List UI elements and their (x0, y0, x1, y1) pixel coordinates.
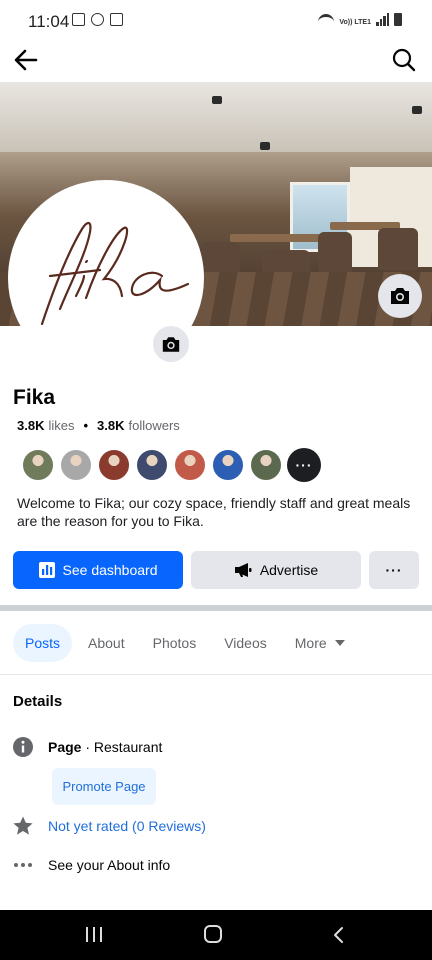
back-button[interactable] (12, 46, 40, 74)
star-icon (12, 815, 34, 837)
info-icon (12, 736, 34, 758)
page-bio: Welcome to Fika; our cozy space, friendl… (17, 495, 411, 529)
promote-page-button[interactable]: Promote Page (52, 768, 156, 805)
category-row: Page · Restaurant (12, 736, 162, 758)
follower-avatar[interactable] (211, 448, 245, 482)
cover-table (230, 234, 320, 242)
accessibility-icon (91, 13, 104, 26)
recents-button[interactable] (86, 927, 102, 942)
stats-separator: • (83, 418, 89, 433)
more-followers-button[interactable]: ··· (287, 448, 321, 482)
camera-icon (162, 336, 180, 352)
network-label: Vo)) LTE1 (339, 19, 371, 26)
status-bar: 11:04 Vo)) LTE1 (0, 0, 432, 42)
edit-profile-picture-button[interactable] (150, 323, 192, 365)
action-buttons: See dashboard Advertise ··· (13, 551, 419, 589)
rating-row[interactable]: Not yet rated (0 Reviews) (12, 815, 206, 837)
see-dashboard-label: See dashboard (62, 562, 158, 578)
system-nav-bar (0, 910, 432, 960)
tabs-divider (0, 674, 432, 675)
battery-icon (394, 13, 402, 26)
ceiling-light (212, 96, 222, 104)
tab-more-label: More (294, 635, 327, 651)
more-actions-button[interactable]: ··· (369, 551, 419, 589)
followers-label: followers (128, 418, 180, 433)
dashboard-icon (38, 562, 55, 578)
wifi-icon (318, 14, 335, 26)
tab-videos[interactable]: Videos (212, 624, 279, 662)
signal-icon (376, 13, 389, 26)
status-time: 11:04 (28, 12, 70, 31)
tab-photos[interactable]: Photos (141, 624, 209, 662)
about-info-text[interactable]: See your About info (48, 857, 170, 873)
edit-cover-button[interactable] (378, 274, 422, 318)
search-button[interactable] (390, 46, 418, 74)
follower-avatar[interactable] (59, 448, 93, 482)
likes-label: likes (48, 418, 75, 433)
follower-avatar[interactable] (173, 448, 207, 482)
section-divider (0, 605, 432, 611)
page-header (0, 42, 432, 82)
follower-avatar[interactable] (21, 448, 55, 482)
chevron-left-icon (334, 927, 343, 943)
cover-chair (318, 232, 352, 272)
page-title: Fika (13, 386, 56, 409)
search-icon (392, 48, 416, 72)
about-info-row[interactable]: See your About info (12, 854, 170, 876)
home-button[interactable] (204, 925, 222, 943)
tab-posts[interactable]: Posts (13, 624, 73, 662)
profile-tabs: Posts About Photos Videos More (13, 624, 357, 662)
system-back-button[interactable] (330, 926, 348, 944)
arrow-left-icon (14, 49, 38, 71)
ceiling-light (412, 106, 422, 114)
ceiling-light (260, 142, 270, 150)
tab-more[interactable]: More (283, 624, 357, 662)
advertise-button[interactable]: Advertise (191, 551, 361, 589)
cover-ceiling (0, 82, 432, 152)
rating-link[interactable]: Not yet rated (0 Reviews) (48, 818, 206, 834)
lock-icon (110, 13, 123, 26)
gallery-icon (72, 13, 85, 26)
follower-avatar[interactable] (135, 448, 169, 482)
category-value: · Restaurant (81, 739, 163, 755)
camera-icon (391, 288, 409, 304)
followers-avatars: ··· (21, 448, 321, 482)
category-text: Page · Restaurant (48, 739, 162, 755)
tab-about[interactable]: About (76, 624, 137, 662)
follower-avatar[interactable] (97, 448, 131, 482)
details-heading: Details (13, 693, 63, 710)
likes-count: 3.8K (17, 418, 45, 433)
page-stats: 3.8K likes • 3.8K followers (17, 418, 180, 433)
cover-chair (378, 228, 418, 270)
followers-count: 3.8K (97, 418, 125, 433)
follower-avatar[interactable] (249, 448, 283, 482)
megaphone-icon (234, 563, 252, 577)
see-dashboard-button[interactable]: See dashboard (13, 551, 183, 589)
advertise-label: Advertise (259, 562, 319, 578)
more-dots-icon (12, 854, 34, 876)
category-prefix: Page (48, 739, 82, 755)
caret-down-icon (334, 640, 345, 646)
